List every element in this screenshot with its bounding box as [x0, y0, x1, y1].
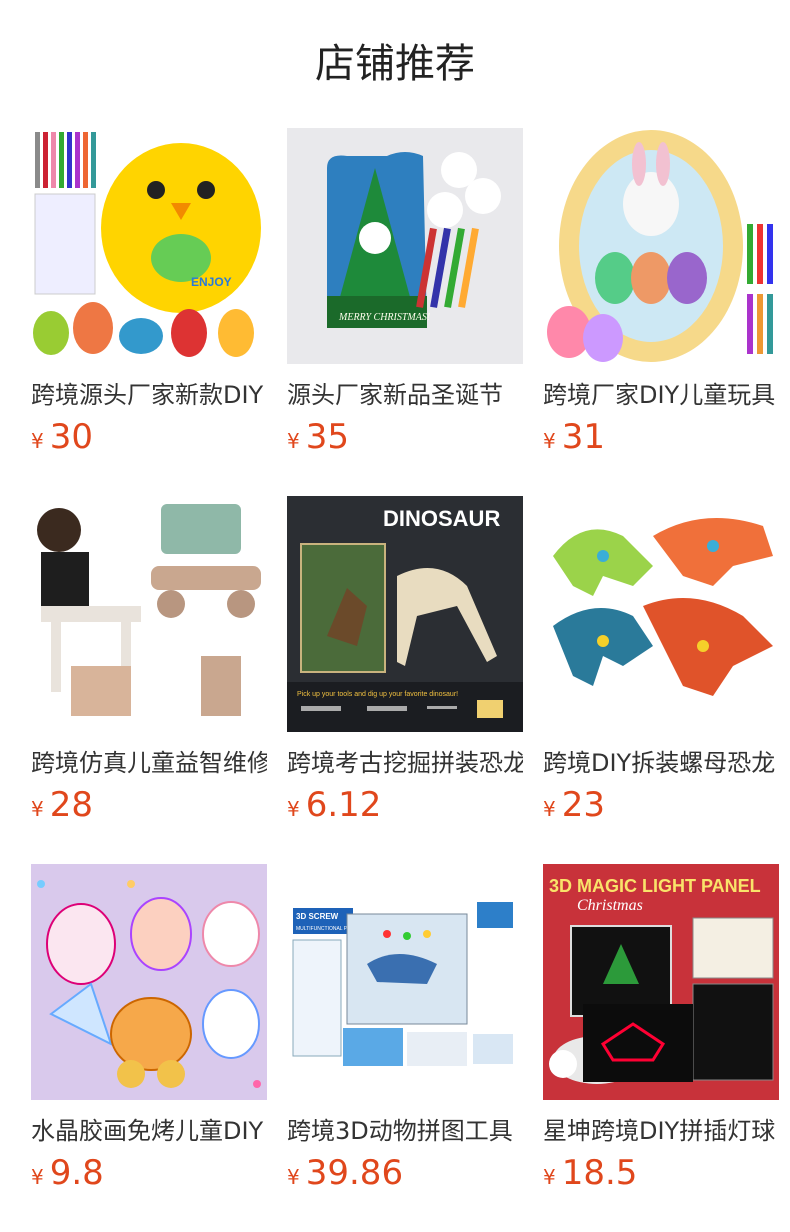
product-name[interactable]: 跨境考古挖掘拼装恐龙: [287, 746, 523, 780]
product-image[interactable]: [543, 128, 779, 364]
image-label: 3D SCREW: [296, 912, 339, 921]
price-value: 28: [49, 785, 93, 825]
product-price: ¥35: [287, 416, 349, 458]
image-label: DINOSAUR: [383, 506, 500, 531]
product-image[interactable]: DINOSAUR Pick up your tools and dig up y…: [287, 496, 523, 732]
product-price: ¥39.86: [287, 1152, 403, 1194]
image-label: MERRY CHRISTMAS!: [338, 312, 430, 323]
product-name[interactable]: 跨境厂家DIY儿童玩具: [543, 378, 779, 412]
product-price: ¥6.12: [287, 784, 381, 826]
currency-symbol: ¥: [287, 797, 300, 821]
currency-symbol: ¥: [31, 429, 44, 453]
product-name[interactable]: 星坤跨境DIY拼插灯球: [543, 1114, 779, 1148]
product-image[interactable]: 3D MAGIC LIGHT PANEL Christmas: [543, 864, 779, 1100]
currency-symbol: ¥: [287, 1165, 300, 1189]
price-value: 35: [305, 417, 349, 457]
price-value: 23: [561, 785, 605, 825]
product-name[interactable]: 源头厂家新品圣诞节: [287, 378, 523, 412]
currency-symbol: ¥: [543, 797, 556, 821]
product-price: ¥9.8: [31, 1152, 104, 1194]
product-image[interactable]: [31, 496, 267, 732]
price-value: 18.5: [561, 1153, 638, 1193]
image-label: 3D MAGIC LIGHT PANEL: [549, 876, 761, 896]
currency-symbol: ¥: [287, 429, 300, 453]
product-price: ¥18.5: [543, 1152, 637, 1194]
product-price: ¥31: [543, 416, 605, 458]
price-value: 9.8: [49, 1153, 104, 1193]
product-name[interactable]: 跨境DIY拆装螺母恐龙: [543, 746, 779, 780]
product-grid: ENJOY 跨境源头厂家新款DIY ¥30 MERRY CHRISTMAS! 源…: [0, 0, 790, 1232]
product-price: ¥28: [31, 784, 93, 826]
product-image[interactable]: ENJOY: [31, 128, 267, 364]
currency-symbol: ¥: [543, 1165, 556, 1189]
image-sublabel: Christmas: [577, 897, 643, 914]
product-name[interactable]: 水晶胶画免烤儿童DIY: [31, 1114, 267, 1148]
image-sublabel: Pick up your tools and dig up your favor…: [297, 691, 458, 698]
product-image[interactable]: 3D SCREW MULTIFUNCTIONAL PUZZLE BOX: [287, 864, 523, 1100]
currency-symbol: ¥: [31, 797, 44, 821]
product-price: ¥23: [543, 784, 605, 826]
product-price: ¥30: [31, 416, 93, 458]
currency-symbol: ¥: [543, 429, 556, 453]
product-name[interactable]: 跨境3D动物拼图工具: [287, 1114, 523, 1148]
price-value: 31: [561, 417, 605, 457]
price-value: 6.12: [305, 785, 382, 825]
price-value: 30: [49, 417, 93, 457]
product-image[interactable]: [31, 864, 267, 1100]
product-image[interactable]: [543, 496, 779, 732]
price-value: 39.86: [305, 1153, 404, 1193]
product-name[interactable]: 跨境仿真儿童益智维修: [31, 746, 267, 780]
currency-symbol: ¥: [31, 1165, 44, 1189]
product-image[interactable]: MERRY CHRISTMAS!: [287, 128, 523, 364]
product-name[interactable]: 跨境源头厂家新款DIY: [31, 378, 267, 412]
image-label: ENJOY: [191, 275, 232, 289]
